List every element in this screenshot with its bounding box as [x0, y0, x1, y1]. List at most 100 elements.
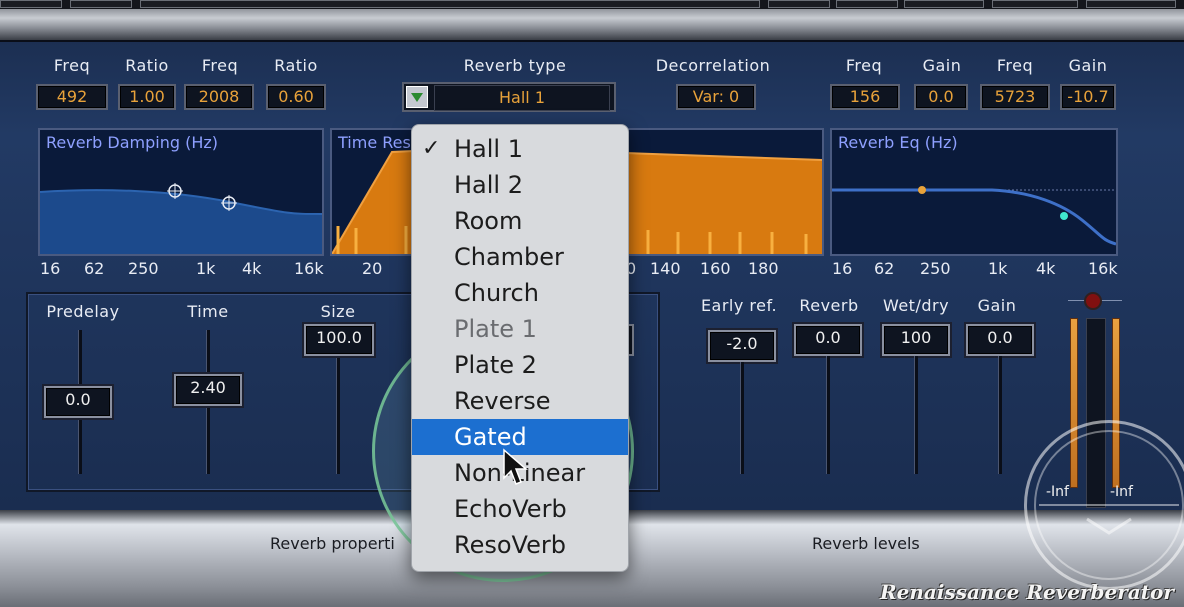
reverb-level-fader-value[interactable]: 0.0 — [794, 324, 862, 356]
damping-freq-1-label: Freq — [53, 56, 91, 75]
menu-item-echoverb[interactable]: EchoVerb — [412, 491, 628, 527]
menu-item-label: Plate 1 — [454, 315, 537, 343]
menu-item-chamber[interactable]: Chamber — [412, 239, 628, 275]
damping-ratio-1-label: Ratio — [125, 56, 169, 75]
time-label: Time — [187, 302, 229, 321]
menu-item-label: Church — [454, 279, 539, 307]
damping-freq-1-field[interactable]: 492 — [36, 84, 108, 110]
menu-item-hall-2[interactable]: Hall 2 — [412, 167, 628, 203]
eq-freq-2-field[interactable]: 5723 — [980, 84, 1050, 110]
menu-item-resoverb[interactable]: ResoVerb — [412, 527, 628, 563]
axis-tick: 1k — [988, 259, 1008, 278]
eq-gain-1-field[interactable]: 0.0 — [914, 84, 968, 110]
checkmark-icon: ✓ — [422, 136, 441, 161]
eq-gain-1-label: Gain — [922, 56, 962, 75]
menu-item-label: EchoVerb — [454, 495, 567, 523]
axis-tick: 16k — [1088, 259, 1118, 278]
eq-freq-1-field[interactable]: 156 — [830, 84, 900, 110]
wet-dry-label: Wet/dry — [882, 296, 950, 315]
toolbar-segment[interactable] — [992, 0, 1078, 8]
damping-ratio-2-label: Ratio — [274, 56, 318, 75]
menu-item-label: Reverse — [454, 387, 551, 415]
eq-gain-2-label: Gain — [1068, 56, 1108, 75]
damping-freq-2-label: Freq — [201, 56, 239, 75]
toolbar-segment[interactable] — [70, 0, 132, 8]
reverb-type-select[interactable]: Hall 1 — [402, 82, 616, 112]
menu-item-label: Hall 1 — [454, 135, 523, 163]
axis-tick: 62 — [874, 259, 895, 278]
gain-level-label: Gain — [977, 296, 1017, 315]
dropdown-arrow-button[interactable] — [406, 86, 428, 108]
axis-tick: 20 — [362, 259, 383, 278]
menu-item-plate-2[interactable]: Plate 2 — [412, 347, 628, 383]
menu-item-label: ResoVerb — [454, 531, 566, 559]
reverb-type-dropdown-menu[interactable]: ✓ Hall 1 Hall 2 Room Chamber Church Plate… — [411, 124, 629, 572]
time-fader-value[interactable]: 2.40 — [174, 374, 242, 406]
menu-item-room[interactable]: Room — [412, 203, 628, 239]
axis-tick: 160 — [700, 259, 731, 278]
wet-dry-fader-track[interactable] — [914, 356, 918, 474]
toolbar-segment[interactable] — [0, 0, 62, 8]
reverb-level-fader-track[interactable] — [826, 356, 830, 474]
predelay-label: Predelay — [46, 302, 120, 321]
axis-tick: 16k — [294, 259, 324, 278]
reverb-damping-graph[interactable]: Reverb Damping (Hz) — [38, 128, 324, 256]
early-ref-label: Early ref. — [700, 296, 778, 315]
axis-tick: 16 — [832, 259, 853, 278]
decorrelation-field[interactable]: Var: 0 — [676, 84, 756, 110]
toolbar-segment[interactable] — [904, 0, 984, 8]
menu-item-hall-1[interactable]: ✓ Hall 1 — [412, 131, 628, 167]
clip-led[interactable] — [1084, 292, 1102, 310]
axis-tick: 1k — [196, 259, 216, 278]
wet-dry-fader-value[interactable]: 100 — [882, 324, 950, 356]
damping-handle-2[interactable] — [220, 194, 238, 212]
axis-tick: 140 — [650, 259, 681, 278]
gain-fader-track[interactable] — [998, 356, 1002, 474]
damping-ratio-1-field[interactable]: 1.00 — [118, 84, 176, 110]
damping-handle-1[interactable] — [166, 182, 184, 200]
axis-tick: 250 — [920, 259, 951, 278]
reverb-eq-graph[interactable]: Reverb Eq (Hz) — [830, 128, 1118, 256]
eq-gain-2-field[interactable]: -10.7 — [1060, 84, 1116, 110]
reverb-levels-caption: Reverb levels — [812, 534, 920, 553]
reverb-type-label: Reverb type — [463, 56, 567, 75]
axis-tick: 4k — [1036, 259, 1056, 278]
chevron-down-icon — [411, 93, 423, 102]
axis-tick: 16 — [40, 259, 61, 278]
axis-tick: 180 — [748, 259, 779, 278]
mouse-cursor-icon — [503, 448, 528, 485]
reverb-type-value: Hall 1 — [434, 85, 610, 111]
decorrelation-label: Decorrelation — [655, 56, 771, 75]
menu-item-label: Hall 2 — [454, 171, 523, 199]
gain-fader-value[interactable]: 0.0 — [966, 324, 1034, 356]
axis-tick: 62 — [84, 259, 105, 278]
toolbar-segment[interactable] — [1086, 0, 1176, 8]
size-fader-track[interactable] — [336, 356, 340, 474]
eq-graph-title: Reverb Eq (Hz) — [838, 133, 958, 152]
eq-freq-1-label: Freq — [845, 56, 883, 75]
time-response-graph-title: Time Res — [338, 133, 411, 152]
axis-tick: 4k — [242, 259, 262, 278]
reverb-properties-caption: Reverb properti — [270, 534, 395, 553]
menu-item-plate-1[interactable]: Plate 1 — [412, 311, 628, 347]
toolbar-segment[interactable] — [768, 0, 830, 8]
toolbar-segment[interactable] — [140, 0, 760, 8]
menu-item-reverse[interactable]: Reverse — [412, 383, 628, 419]
size-label: Size — [320, 302, 356, 321]
axis-tick: 250 — [128, 259, 159, 278]
menu-item-label: Room — [454, 207, 523, 235]
watermark-logo — [1024, 420, 1184, 590]
damping-ratio-2-field[interactable]: 0.60 — [266, 84, 326, 110]
early-ref-fader-track[interactable] — [740, 362, 744, 474]
size-fader-value[interactable]: 100.0 — [304, 324, 374, 356]
damping-graph-title: Reverb Damping (Hz) — [46, 133, 218, 152]
menu-item-label: Plate 2 — [454, 351, 537, 379]
eq-freq-2-label: Freq — [996, 56, 1034, 75]
toolbar-segment[interactable] — [836, 0, 898, 8]
damping-freq-2-field[interactable]: 2008 — [184, 84, 254, 110]
watermark-graphic — [1034, 430, 1184, 580]
menu-item-church[interactable]: Church — [412, 275, 628, 311]
predelay-fader-value[interactable]: 0.0 — [44, 386, 112, 418]
early-ref-fader-value[interactable]: -2.0 — [708, 330, 776, 362]
menu-item-label: Chamber — [454, 243, 564, 271]
